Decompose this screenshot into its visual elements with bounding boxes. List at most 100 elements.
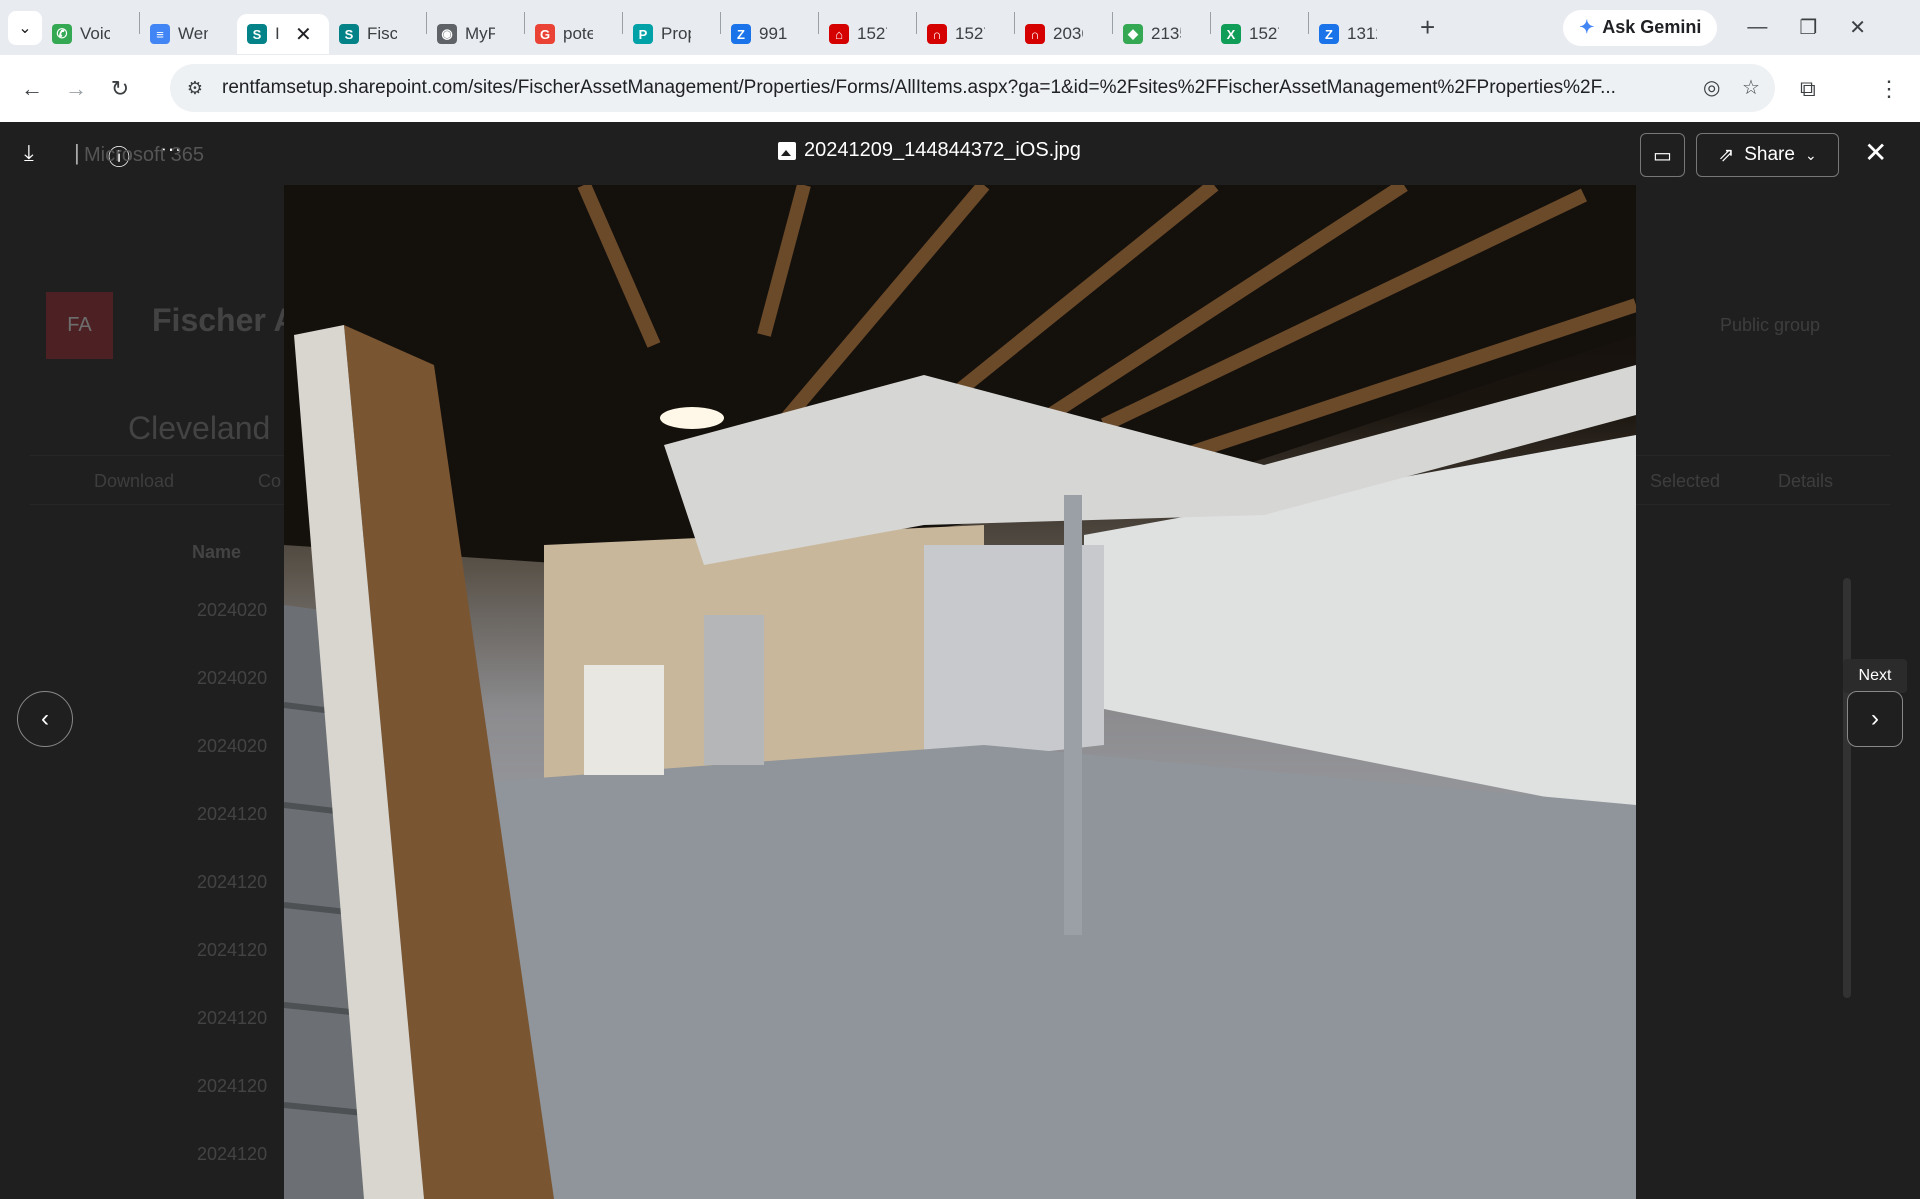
extensions-icon[interactable]: ⧉ — [1800, 76, 1816, 102]
site-avatar: FA — [46, 292, 113, 359]
next-button[interactable]: › — [1847, 691, 1903, 747]
restore-icon[interactable]: ❐ — [1799, 15, 1817, 40]
chevron-left-icon: ‹ — [41, 705, 49, 732]
share-label: Share — [1744, 144, 1795, 165]
minimize-icon[interactable]: — — [1747, 16, 1767, 39]
file-name-label: 20241209_144844372_iOS.jpg — [804, 139, 1081, 161]
reload-icon[interactable]: ↻ — [98, 76, 142, 102]
tab-favicon-icon: P — [633, 24, 653, 44]
back-icon[interactable]: ← — [10, 76, 54, 102]
tab-title: 1527 — [955, 24, 985, 43]
divider: | — [74, 140, 80, 165]
tab-title: 2135 — [1151, 24, 1181, 43]
tab-favicon-icon: Z — [731, 24, 751, 44]
tab-favicon-icon: ◉ — [437, 24, 457, 44]
tab-favicon-icon: S — [339, 24, 359, 44]
browser-tab[interactable]: ✆ Voic — [42, 14, 139, 54]
tab-list: ✆Voic≡WenSI✕SFiscl◉MyPGpotePPropZ991⌂152… — [42, 0, 1406, 55]
browser-tab[interactable]: ≡ Wen — [140, 14, 237, 54]
tab-favicon-icon: ⌂ — [829, 24, 849, 44]
tab-favicon-icon: ◆ — [1123, 24, 1143, 44]
details-command: Details — [1778, 471, 1834, 491]
tab-favicon-icon: G — [535, 24, 555, 44]
file-row: 2024020 — [197, 668, 268, 688]
file-row: 2024120 — [197, 1144, 268, 1164]
previous-button[interactable]: ‹ — [17, 691, 73, 747]
tab-title: 1527 — [1249, 24, 1279, 43]
tab-title: MyP — [465, 24, 495, 43]
breadcrumb: Cleveland — [128, 410, 271, 446]
browser-tab[interactable]: Z 1312 — [1309, 14, 1406, 54]
browser-tab[interactable]: X 1527 — [1211, 14, 1308, 54]
forward-icon[interactable]: → — [54, 76, 98, 102]
tab-favicon-icon: ≡ — [150, 24, 170, 44]
tab-title: I — [275, 24, 280, 43]
browser-tab[interactable]: ◆ 2135 — [1113, 14, 1210, 54]
browser-tab[interactable]: ∩ 1527 — [917, 14, 1014, 54]
selected-count: Selected — [1650, 471, 1721, 491]
share-button[interactable]: ⇗ Share ⌄ — [1696, 133, 1839, 177]
next-tooltip: Next — [1843, 659, 1907, 693]
tab-search-button[interactable]: ⌄ — [8, 10, 42, 45]
chevron-right-icon: › — [1871, 705, 1879, 732]
comment-icon: ▭ — [1653, 144, 1672, 167]
address-bar[interactable]: ⚙ rentfamsetup.sharepoint.com/sites/Fisc… — [170, 64, 1775, 112]
browser-tab[interactable]: Z 991 — [721, 14, 818, 54]
eye-off-icon[interactable]: ◎ — [1703, 75, 1720, 100]
file-row: 2024020 — [197, 600, 268, 620]
file-row: 2024120 — [197, 872, 268, 892]
browser-tab[interactable]: ◉ MyP — [427, 14, 524, 54]
browser-tab[interactable]: P Prop — [623, 14, 720, 54]
tab-title: Voic — [80, 24, 110, 43]
tab-favicon-icon: ∩ — [927, 24, 947, 44]
site-title: Fischer A — [152, 302, 297, 338]
tab-title: 991 — [759, 24, 788, 43]
bookmark-star-icon[interactable]: ☆ — [1742, 75, 1760, 100]
new-tab-button[interactable]: + — [1420, 12, 1435, 43]
tab-title: pote — [563, 24, 593, 43]
public-group-label: Public group — [1720, 315, 1821, 335]
tab-title: Wen — [178, 24, 208, 43]
image-file-icon — [778, 141, 796, 160]
tab-strip: ⌄ ✆Voic≡WenSI✕SFiscl◉MyPGpotePPropZ991⌂1… — [0, 0, 1920, 55]
download-command: Download — [94, 471, 175, 491]
close-tab-icon[interactable]: ✕ — [295, 22, 312, 47]
browser-tab[interactable]: Gpote — [525, 14, 622, 54]
file-row: 2024120 — [197, 1008, 268, 1028]
browser-menu-icon[interactable]: ⋮ — [1878, 76, 1900, 102]
list-scrollbar — [1843, 578, 1851, 998]
tab-favicon-icon: X — [1221, 24, 1241, 44]
comment-button[interactable]: ▭ — [1640, 133, 1685, 177]
gemini-spark-icon: ✦ — [1579, 17, 1595, 37]
file-row: 2024020 — [197, 736, 268, 756]
tab-favicon-icon: S — [247, 24, 267, 44]
ask-gemini-label: Ask Gemini — [1602, 17, 1702, 37]
browser-tab[interactable]: S I ✕ — [237, 14, 329, 54]
download-icon[interactable]: ⤓ — [24, 140, 34, 166]
basement-photo — [284, 185, 1636, 1199]
ask-gemini-button[interactable]: ✦ Ask Gemini — [1563, 9, 1718, 46]
url-text[interactable]: rentfamsetup.sharepoint.com/sites/Fische… — [222, 77, 1682, 99]
tab-title: Prop — [661, 24, 691, 43]
tab-favicon-icon: Z — [1319, 24, 1339, 44]
column-header-name: Name — [192, 542, 242, 562]
file-viewer: FA Fischer A Public group Cleveland Down… — [0, 122, 1920, 1199]
site-info-icon[interactable]: ⚙ — [180, 78, 210, 99]
tab-favicon-icon: ✆ — [52, 24, 72, 44]
browser-tab[interactable]: ∩ 2036 — [1015, 14, 1112, 54]
file-row: 2024120 — [197, 940, 268, 960]
tab-favicon-icon: ∩ — [1025, 24, 1045, 44]
file-row: 2024120 — [197, 1076, 268, 1096]
close-window-icon[interactable]: ✕ — [1849, 15, 1866, 40]
viewer-header: ⤓ | ⓘ ··· Microsoft 365 20241209_1448443… — [0, 122, 1920, 185]
browser-tab[interactable]: ⌂ 1527 — [819, 14, 916, 54]
tab-title: 1527 — [857, 24, 887, 43]
copy-command: Co — [258, 471, 282, 491]
browser-tab[interactable]: S Fiscl — [329, 14, 426, 54]
close-viewer-icon[interactable]: ✕ — [1864, 136, 1887, 169]
share-icon: ⇗ — [1718, 144, 1735, 166]
photo-preview — [284, 185, 1636, 1199]
brand-label: Microsoft 365 — [84, 144, 205, 166]
tab-title: 2036 — [1053, 24, 1083, 43]
chevron-down-icon: ⌄ — [18, 19, 32, 37]
